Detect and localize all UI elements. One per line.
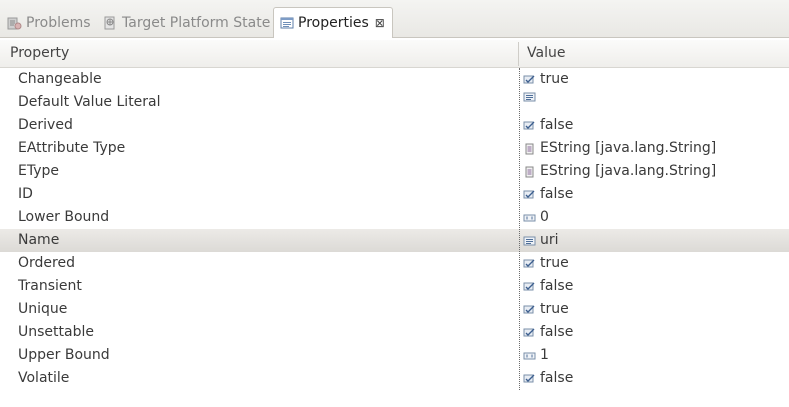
datatype-icon: [523, 166, 537, 178]
value-text: false: [540, 278, 574, 294]
problems-icon: [6, 15, 22, 31]
table-row[interactable]: EType EString [java.lang.String]: [0, 160, 789, 183]
table-row[interactable]: Ordered true: [0, 252, 789, 275]
column-header-property[interactable]: Property: [10, 40, 69, 67]
table-row[interactable]: EAttribute Type EString [java.lang.Strin…: [0, 137, 789, 160]
property-value[interactable]: EString [java.lang.String]: [523, 160, 716, 183]
property-name: EAttribute Type: [18, 140, 126, 156]
tab-label: Properties: [298, 15, 369, 31]
table-row[interactable]: Changeable true: [0, 68, 789, 91]
value-text: false: [540, 186, 574, 202]
table-row[interactable]: Lower Bound 0: [0, 206, 789, 229]
column-dotted-divider: [519, 68, 520, 390]
boolean-icon: [523, 258, 537, 270]
table-row[interactable]: Unique true: [0, 298, 789, 321]
value-text: true: [540, 255, 569, 271]
property-value[interactable]: true: [523, 298, 569, 321]
property-name: Upper Bound: [18, 347, 110, 363]
tab-problems[interactable]: Problems: [6, 7, 91, 38]
text-value-icon: [523, 91, 537, 103]
table-row[interactable]: Upper Bound 1: [0, 344, 789, 367]
property-value[interactable]: uri: [523, 229, 559, 252]
boolean-icon: [523, 281, 537, 293]
property-value[interactable]: false: [523, 367, 573, 390]
property-value[interactable]: false: [523, 275, 573, 298]
boolean-icon: [523, 327, 537, 339]
boolean-icon: [523, 304, 537, 316]
property-value[interactable]: true: [523, 68, 569, 91]
integer-icon: [523, 212, 537, 224]
property-value[interactable]: true: [523, 252, 569, 275]
value-text: uri: [540, 232, 559, 248]
table-row[interactable]: Unsettable false: [0, 321, 789, 344]
tab-label: Target Platform State: [122, 14, 271, 31]
property-value[interactable]: false: [523, 321, 573, 344]
property-name: Default Value Literal: [18, 94, 161, 110]
property-name: EType: [18, 163, 60, 179]
target-platform-icon: [102, 15, 118, 31]
property-value[interactable]: [523, 91, 540, 103]
property-name: Ordered: [18, 255, 75, 271]
integer-icon: [523, 350, 537, 362]
property-value[interactable]: false: [523, 183, 573, 206]
property-value[interactable]: EString [java.lang.String]: [523, 137, 716, 160]
boolean-icon: [523, 373, 537, 385]
table-row[interactable]: Derived false: [0, 114, 789, 137]
property-name: Name: [18, 232, 60, 248]
property-name: Unique: [18, 301, 68, 317]
boolean-icon: [523, 189, 537, 201]
value-text: 1: [540, 347, 549, 363]
value-text: 0: [540, 209, 549, 225]
property-name: Transient: [18, 278, 82, 294]
tab-target-platform-state[interactable]: Target Platform State: [102, 7, 270, 38]
column-divider[interactable]: [518, 42, 519, 66]
value-text: EString [java.lang.String]: [540, 163, 717, 179]
boolean-icon: [523, 120, 537, 132]
column-header-value[interactable]: Value: [527, 40, 565, 67]
tab-properties[interactable]: Properties ⊠: [273, 7, 393, 38]
table-row[interactable]: Default Value Literal: [0, 91, 789, 114]
value-text: false: [540, 324, 574, 340]
value-text: true: [540, 71, 569, 87]
table-row-selected[interactable]: Name uri: [0, 229, 789, 252]
value-text: false: [540, 370, 574, 386]
property-name: Unsettable: [18, 324, 94, 340]
table-row[interactable]: Transient false: [0, 275, 789, 298]
value-text: true: [540, 301, 569, 317]
property-name: Lower Bound: [18, 209, 110, 225]
table-row[interactable]: ID false: [0, 183, 789, 206]
value-text: EString [java.lang.String]: [540, 140, 717, 156]
value-text: false: [540, 117, 574, 133]
text-value-icon: [523, 235, 537, 247]
property-name: ID: [18, 186, 33, 202]
table-header: Property Value: [0, 40, 789, 68]
tab-label: Problems: [26, 14, 91, 31]
close-icon[interactable]: ⊠: [375, 16, 385, 30]
property-value[interactable]: 1: [523, 344, 549, 367]
boolean-icon: [523, 74, 537, 86]
property-name: Derived: [18, 117, 73, 133]
datatype-icon: [523, 143, 537, 155]
table-row[interactable]: Volatile false: [0, 367, 789, 390]
view-tab-bar: Problems Target Platform State Propertie…: [0, 0, 789, 38]
property-value[interactable]: false: [523, 114, 573, 137]
property-name: Changeable: [18, 71, 102, 87]
property-name: Volatile: [18, 370, 70, 386]
properties-icon: [280, 16, 294, 30]
property-value[interactable]: 0: [523, 206, 549, 229]
